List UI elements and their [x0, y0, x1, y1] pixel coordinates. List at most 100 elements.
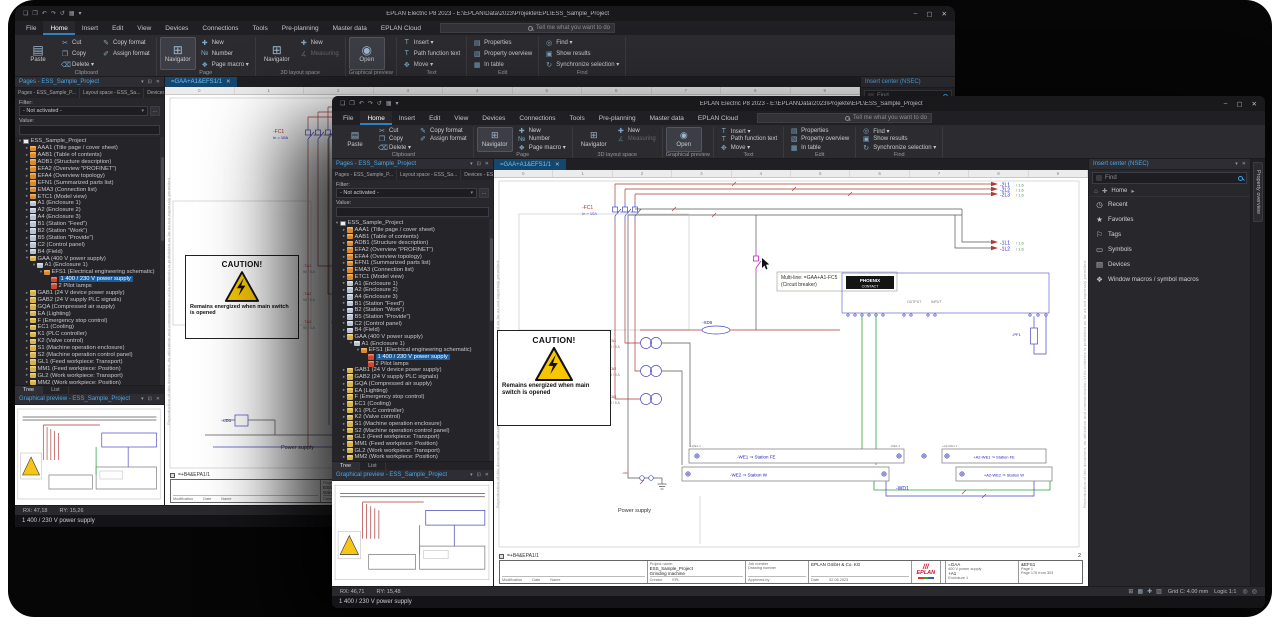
close-button[interactable]: ✕ [942, 10, 947, 18]
tree-item[interactable]: ▸GL1 (Feed workpiece: Transport) [15, 359, 164, 366]
qat-icon[interactable]: ↶ [42, 11, 47, 17]
tell-me-search[interactable]: Tell me what you want to do [757, 113, 932, 123]
status-icon[interactable]: ▦ [1137, 588, 1143, 595]
ribbon-tab[interactable]: Edit [105, 21, 130, 35]
close-icon[interactable]: ✕ [156, 79, 160, 85]
dropdown-icon[interactable]: ▾ [470, 161, 473, 167]
tree-item[interactable]: ▸EC1 (Cooling) [332, 401, 493, 408]
delete-button[interactable]: ⌫Delete ▾ [58, 60, 97, 70]
tree-item[interactable]: ▸EA (Lighting) [332, 387, 493, 394]
tree-item[interactable]: ▸EFN1 (Summarized parts list) [15, 179, 164, 186]
ribbon-tab[interactable]: View [447, 111, 475, 125]
sync-selection-button[interactable]: ↻Synchronize selection ▾ [542, 60, 622, 70]
insert-center-search[interactable]: Find [1092, 172, 1247, 184]
measuring-button[interactable]: ∡Measuring [614, 134, 659, 144]
insert-center-item[interactable]: ❖Window macros / symbol macros [1089, 272, 1250, 287]
qat-icon[interactable]: ❏ [23, 11, 28, 17]
tell-me-search[interactable]: Tell me what you want to do [440, 23, 615, 33]
tree-item[interactable]: ▸S2 (Machine operation control panel) [332, 427, 493, 434]
layout-navigator-button[interactable]: ⊞Navigator [259, 37, 295, 70]
maximize-button[interactable]: ▢ [1236, 100, 1242, 108]
layout-navigator-button[interactable]: ⊞Navigator [576, 127, 612, 152]
ribbon-tab[interactable]: Tools [246, 21, 275, 35]
close-tab-icon[interactable]: ✕ [555, 162, 560, 168]
tree-item[interactable]: ▸GAB2 (24 V supply PLC signals) [15, 296, 164, 303]
panel-tab[interactable]: Pages - ESS_Sample_P... [15, 88, 80, 98]
ribbon-tab[interactable]: Pre-planning [592, 111, 643, 125]
page-macro-button[interactable]: ❖Page macro ▾ [198, 60, 252, 70]
tree-item[interactable]: ▸GQA (Compressed air supply) [15, 303, 164, 310]
tree-item[interactable]: ▸B4 (Field) [15, 248, 164, 255]
in-table-button[interactable]: ▦In table [470, 60, 535, 70]
pin-icon[interactable]: ⊡ [477, 472, 481, 478]
close-icon[interactable]: ✕ [485, 161, 489, 167]
eplan-window-front[interactable]: ❏❐↶↷↺▦▾ EPLAN Electric P8 2023 - E:\EPLA… [332, 96, 1265, 608]
tree-item[interactable]: ▸ADB1 (Structure description) [15, 159, 164, 166]
assign-format-button[interactable]: ✐Assign format [99, 49, 153, 59]
ribbon-tab[interactable]: EPLAN Cloud [374, 21, 428, 35]
dropdown-icon[interactable]: ▾ [141, 79, 144, 85]
close-icon[interactable]: ✕ [1242, 161, 1246, 167]
tree-item[interactable]: ▸ADB1 (Structure description) [332, 240, 493, 247]
tree-item[interactable]: ▾EFS1 (Electrical engineering schematic) [332, 347, 493, 354]
filter-more-button[interactable]: ... [479, 188, 489, 198]
document-tab[interactable]: =GAA+A1&EFS1/1✕ [494, 159, 566, 170]
minimize-button[interactable]: – [1224, 100, 1228, 108]
pin-icon[interactable]: ⊡ [477, 161, 481, 167]
tree-item[interactable]: ▸MM2 (Work workpiece: Position) [15, 379, 164, 385]
ribbon-tab[interactable]: Devices [475, 111, 512, 125]
tree-item[interactable]: ▸B2 (Station "Work") [332, 307, 493, 314]
ribbon-tab[interactable]: Devices [158, 21, 195, 35]
tree-item[interactable]: ▸EC1 (Cooling) [15, 324, 164, 331]
ribbon-tab[interactable]: Home [43, 21, 74, 35]
move-button[interactable]: ✥Move ▾ [400, 60, 463, 70]
tree-list-tab[interactable]: List [360, 462, 386, 470]
tree-item[interactable]: ▸AAA1 (Title page / cover sheet) [332, 227, 493, 234]
qat-icon[interactable]: ❏ [340, 101, 345, 107]
tree-item[interactable]: ▾ESS_Sample_Project [15, 138, 164, 145]
filter-more-button[interactable]: ... [150, 106, 160, 116]
tree-item[interactable]: 1 400 / 230 V power supply [15, 276, 164, 283]
tree-item[interactable]: ▸B1 (Station "Feed") [332, 300, 493, 307]
tree-item[interactable]: ▸ETC1 (Model view) [332, 274, 493, 281]
page-navigator-button[interactable]: ⊞Navigator [160, 37, 196, 70]
qat-icon[interactable]: ↷ [368, 101, 373, 107]
filter-select[interactable]: - Not activated -▾ [19, 106, 148, 116]
tree-item[interactable]: ▸AAB1 (Table of contents) [332, 233, 493, 240]
tree-item[interactable]: ▸EMA3 (Connection list) [15, 186, 164, 193]
tree-item[interactable]: ▸A1 (Enclosure 1) [15, 200, 164, 207]
tree-item[interactable]: ▸EA (Lighting) [15, 310, 164, 317]
ribbon-tab[interactable]: Home [360, 111, 391, 125]
tree-list-tab[interactable]: List [43, 386, 69, 394]
tree-item[interactable]: ▸EMA3 (Connection list) [332, 267, 493, 274]
tree-item[interactable]: ▸A1 (Enclosure 1) [332, 280, 493, 287]
ribbon-tab[interactable]: View [130, 21, 158, 35]
tree-item[interactable]: ▾ESS_Sample_Project [332, 220, 493, 227]
tree-item[interactable]: ▸S2 (Machine operation control panel) [15, 352, 164, 359]
title-bar[interactable]: ❏❐↶↷↺▦▾ EPLAN Electric P8 2023 - E:\EPLA… [15, 6, 955, 21]
tree-item[interactable]: ▸EFA2 (Overview "PROFINET") [15, 166, 164, 173]
copy-format-button[interactable]: ✎Copy format [99, 38, 153, 48]
paste-button[interactable]: ▤Paste [337, 127, 373, 152]
open-preview-button[interactable]: ◉Open [349, 37, 385, 70]
insert-center-item[interactable]: ⚐Tags [1089, 227, 1250, 242]
schematic-canvas[interactable]: -2L1/ 1.6 -2L2/ 1.6 -2L3/ 1.6 -FC1 In = … [494, 178, 1088, 586]
dropdown-icon[interactable]: ▾ [470, 472, 473, 478]
ribbon-tab[interactable]: Master data [326, 21, 374, 35]
tree-item[interactable]: ▸K1 (PLC controller) [15, 331, 164, 338]
tree-item[interactable]: ▸MM1 (Feed workpiece: Position) [15, 365, 164, 372]
tree-scrollbar[interactable] [489, 219, 493, 461]
tree-item[interactable]: ▾A1 (Enclosure 1) [332, 340, 493, 347]
path-function-text-button[interactable]: TPath function text [400, 49, 463, 58]
graphical-preview[interactable] [15, 405, 164, 505]
qat-icon[interactable]: ↺ [60, 11, 65, 17]
tree-item[interactable]: ▸AAA1 (Title page / cover sheet) [15, 145, 164, 152]
tree-item[interactable]: ▸K2 (Valve control) [332, 414, 493, 421]
tree-item[interactable]: ▸F (Emergency stop control) [332, 394, 493, 401]
close-tab-icon[interactable]: ✕ [226, 79, 231, 85]
panel-tab[interactable]: Layout space - ESS_Sa... [397, 170, 461, 180]
tree-scrollbar[interactable] [160, 137, 164, 385]
ribbon-tab[interactable]: Connections [195, 21, 245, 35]
tree-item[interactable]: ▸GAB1 (24 V device power supply) [332, 367, 493, 374]
tree-item[interactable]: ▸GL2 (Work workpiece: Transport) [15, 372, 164, 379]
